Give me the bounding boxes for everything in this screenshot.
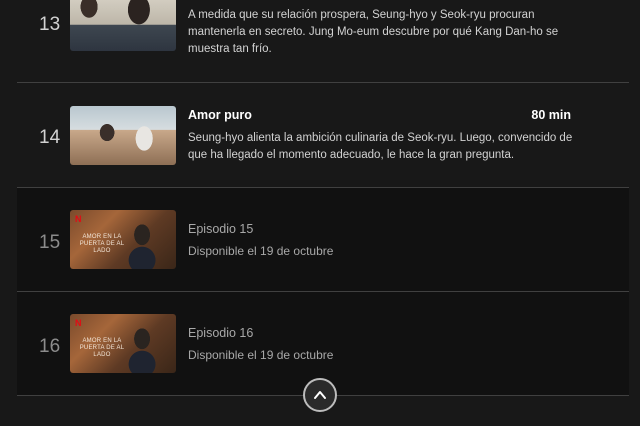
episode-thumbnail: N AMOR EN LA PUERTA DE AL LADO <box>70 210 176 269</box>
chevron-up-icon <box>314 391 326 399</box>
collapse-episodes-button[interactable] <box>303 378 337 412</box>
episode-list: 13 A medida que su relación prospera, Se… <box>0 0 640 426</box>
episode-title: Episodio 15 <box>188 222 254 236</box>
episode-number: 13 <box>39 14 61 35</box>
netflix-logo-icon: N <box>75 214 82 224</box>
episode-thumbnail[interactable] <box>70 106 176 165</box>
episode-row-14[interactable]: 14 Amor puro 80 min Seung-hyo alienta la… <box>17 83 629 188</box>
episode-title: Episodio 16 <box>188 326 254 340</box>
episode-title: Amor puro <box>188 108 252 122</box>
episode-number: 16 <box>39 336 61 357</box>
netflix-logo-icon: N <box>75 318 82 328</box>
episode-thumbnail[interactable] <box>70 0 176 51</box>
episode-description: Seung-hyo alienta la ambición culinaria … <box>188 132 573 161</box>
episode-number: 15 <box>39 232 61 253</box>
availability-text: Disponible el 19 de octubre <box>188 348 334 362</box>
episode-description: A medida que su relación prospera, Seung… <box>188 9 559 55</box>
show-title-art: AMOR EN LA PUERTA DE AL LADO <box>79 338 125 358</box>
availability-text: Disponible el 19 de octubre <box>188 244 334 258</box>
episode-thumbnail: N AMOR EN LA PUERTA DE AL LADO <box>70 314 176 373</box>
episode-duration: 80 min <box>531 108 571 122</box>
episode-number: 14 <box>39 127 61 148</box>
show-title-art: AMOR EN LA PUERTA DE AL LADO <box>79 234 125 254</box>
episode-row-15: 15 N AMOR EN LA PUERTA DE AL LADO Episod… <box>17 188 629 292</box>
episode-row-13[interactable]: 13 A medida que su relación prospera, Se… <box>17 0 629 83</box>
